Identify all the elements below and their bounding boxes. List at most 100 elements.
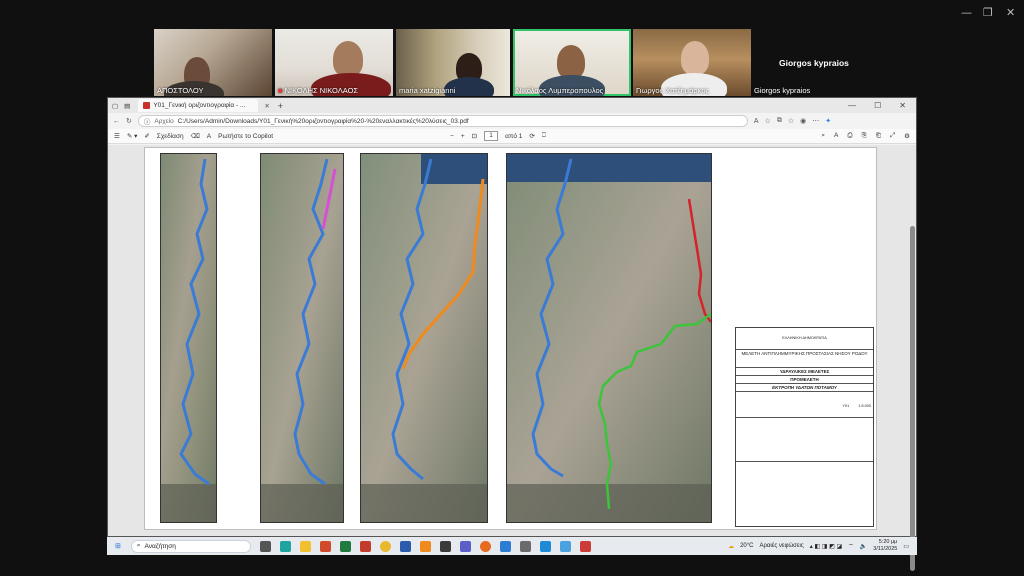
mountain-area — [261, 484, 343, 522]
edge-icon[interactable] — [279, 540, 291, 552]
explorer-icon[interactable] — [299, 540, 311, 552]
tab-title: Υ01_Γενική οριζοντιογραφία - ... — [153, 102, 246, 109]
url-field[interactable]: ⓘ Αρχείο C:/Users/Admin/Downloads/Υ01_Γε… — [137, 115, 748, 127]
add-text-icon[interactable]: A — [207, 133, 211, 140]
start-icon[interactable]: ⊞ — [115, 542, 121, 550]
more-icon[interactable]: ⋯ — [812, 117, 819, 125]
participant-tile[interactable]: Γιωργος Χατζημάρκος — [633, 29, 751, 96]
address-bar: ← ↻ ⓘ Αρχείο C:/Users/Admin/Downloads/Υ0… — [108, 113, 916, 129]
highlight-icon[interactable]: ✎ ▾ — [127, 132, 138, 140]
title-block-footer — [736, 462, 873, 517]
satellite-image — [261, 154, 343, 522]
tab-list-icon[interactable]: ▤ — [124, 102, 130, 110]
title-block-logos — [736, 418, 873, 462]
contents-icon[interactable]: ☰ — [114, 132, 120, 140]
map-panel-3 — [360, 153, 488, 523]
zoom-in-button[interactable]: + — [461, 133, 465, 140]
minimize-icon[interactable]: — — [961, 6, 972, 19]
copilot-button[interactable]: Ρωτήστε το Copilot — [218, 133, 273, 140]
title-block-study: ΜΕΛΕΤΗ ΑΝΤΙΠΛΗΜΜΥΡΙΚΗΣ ΠΡΟΣΤΑΣΙΑΣ ΝΗΣΟΥ … — [736, 350, 873, 368]
tray-icons[interactable]: ▴ ◧ ◨ ◩ ◪ — [810, 543, 842, 550]
draw-icon[interactable]: ✐ — [144, 132, 149, 140]
scrollbar[interactable] — [910, 226, 915, 571]
tab-bar: ▢ ▤ Υ01_Γενική οριζοντιογραφία - ... ✕ +… — [108, 98, 916, 113]
participant-name: ΑΠΟΣΤΟΛΟΥ — [157, 86, 204, 95]
favorites-list-icon[interactable]: ☆ — [788, 117, 794, 125]
close-icon[interactable]: ✕ — [1006, 6, 1015, 19]
app-icon[interactable] — [519, 540, 531, 552]
drawing-scale: 1:5.000 — [858, 404, 871, 408]
excel-icon[interactable] — [339, 540, 351, 552]
search-icon[interactable]: ⌕ — [821, 132, 825, 140]
participant-name: Νικόλαος Λυμπεροπουλος — [516, 86, 604, 95]
participant-video — [557, 45, 585, 79]
system-tray: ☁ 20°C Αραιές νεφώσεις ▴ ◧ ◨ ◩ ◪ ⌔ 🔈 5:2… — [728, 539, 917, 553]
app-icon[interactable] — [539, 540, 551, 552]
participant-name: Γιωργος Χατζημάρκος — [636, 86, 710, 95]
clock[interactable]: 5:20 μμ 3/11/2025 — [873, 539, 897, 553]
participant-no-video-name[interactable]: Giorgos kypraios — [779, 58, 849, 68]
page-number-input[interactable]: 1 — [484, 131, 499, 141]
settings-icon[interactable]: ⚙ — [904, 132, 910, 140]
network-icon[interactable]: ⌔ — [848, 542, 854, 550]
mountain-area — [161, 484, 216, 522]
page-total: από 1 — [505, 132, 523, 140]
minimize-icon[interactable]: — — [848, 101, 856, 110]
fit-page-icon[interactable]: ⊡ — [472, 132, 477, 140]
chrome-icon[interactable] — [379, 540, 391, 552]
page-view-icon[interactable]: ⎕ — [542, 132, 546, 140]
participant-video — [681, 41, 709, 75]
volume-icon[interactable]: 🔈 — [860, 543, 867, 550]
read-aloud-icon[interactable]: A — [754, 118, 759, 125]
app-icon[interactable] — [439, 540, 451, 552]
restore-icon[interactable]: ❐ — [983, 6, 993, 19]
title-block-header: ΥΔΡΑΥΛΙΚΕΣ ΜΕΛΕΤΕΣ — [736, 368, 873, 376]
participant-tile-speaking[interactable]: Νικόλαος Λυμπεροπουλος — [513, 29, 631, 96]
read-aloud-icon[interactable]: A — [834, 132, 838, 140]
participant-no-video-label: Giorgos kypraios — [754, 86, 811, 95]
browser-tab[interactable]: Υ01_Γενική οριζοντιογραφία - ... — [138, 99, 259, 112]
save-icon[interactable]: ⎘ — [862, 132, 867, 140]
app-icon[interactable] — [359, 540, 371, 552]
task-view-icon[interactable] — [259, 540, 271, 552]
taskbar-search[interactable]: ⌕ Αναζήτηση — [130, 539, 251, 553]
save-as-icon[interactable]: ⎗ — [876, 132, 881, 140]
participant-tile[interactable]: ΑΠΟΣΤΟΛΟΥ — [154, 29, 272, 96]
participant-tile[interactable]: ■ ΝΙΚΟΛΗΣ ΝΙΚΟΛΑΟΣ — [275, 29, 393, 96]
close-icon[interactable]: ✕ — [899, 101, 906, 110]
pdf-page: ΕΛΛΗΝΙΚΗ ΔΗΜΟΚΡΑΤΙΑ ΜΕΛΕΤΗ ΑΝΤΙΠΛΗΜΜΥΡΙΚ… — [144, 147, 877, 530]
workspace-icon[interactable]: ▢ — [112, 102, 118, 110]
draw-button[interactable]: Σχεδίαση — [157, 133, 184, 140]
profile-icon[interactable]: ◉ — [800, 117, 806, 125]
copilot-icon[interactable]: ✦ — [825, 117, 831, 125]
weather-desc: Αραιές νεφώσεις — [759, 543, 804, 549]
extensions-icon[interactable]: ⧉ — [777, 117, 782, 125]
map-panel-2 — [260, 153, 344, 523]
taskbar: ⊞ ⌕ Αναζήτηση ☁ 20°C Αραιές νεφώσεις ▴ ◧… — [107, 537, 917, 555]
fullscreen-icon[interactable]: ⤢ — [890, 132, 895, 140]
back-icon[interactable]: ← — [113, 118, 120, 125]
pdf-viewer[interactable]: ΕΛΛΗΝΙΚΗ ΔΗΜΟΚΡΑΤΙΑ ΜΕΛΕΤΗ ΑΝΤΙΠΛΗΜΜΥΡΙΚ… — [108, 145, 916, 571]
favorite-icon[interactable]: ☆ — [765, 117, 771, 125]
app-icon[interactable] — [559, 540, 571, 552]
vlc-icon[interactable] — [419, 540, 431, 552]
meeting-app-icon[interactable] — [459, 540, 471, 552]
rotate-icon[interactable]: ⟳ — [529, 132, 534, 140]
app-icon[interactable] — [319, 540, 331, 552]
print-icon[interactable]: ⎙ — [847, 132, 852, 140]
participant-tile[interactable]: maria xatzigianni — [396, 29, 510, 96]
notifications-icon[interactable]: ▭ — [903, 543, 909, 550]
word-icon[interactable] — [399, 540, 411, 552]
weather-icon[interactable]: ☁ — [728, 543, 734, 550]
maximize-icon[interactable]: ☐ — [874, 101, 881, 110]
firefox-icon[interactable] — [479, 540, 491, 552]
zoom-out-button[interactable]: − — [450, 133, 454, 140]
erase-icon[interactable]: ⌫ — [191, 132, 200, 140]
close-tab-icon[interactable]: ✕ — [264, 102, 269, 110]
title-block-scale-row: Υ01 1:5.000 — [736, 392, 873, 418]
refresh-icon[interactable]: ↻ — [126, 117, 132, 125]
mountain-area — [361, 484, 487, 522]
app-icon[interactable] — [499, 540, 511, 552]
new-tab-button[interactable]: + — [278, 101, 283, 111]
app-icon[interactable] — [579, 540, 591, 552]
